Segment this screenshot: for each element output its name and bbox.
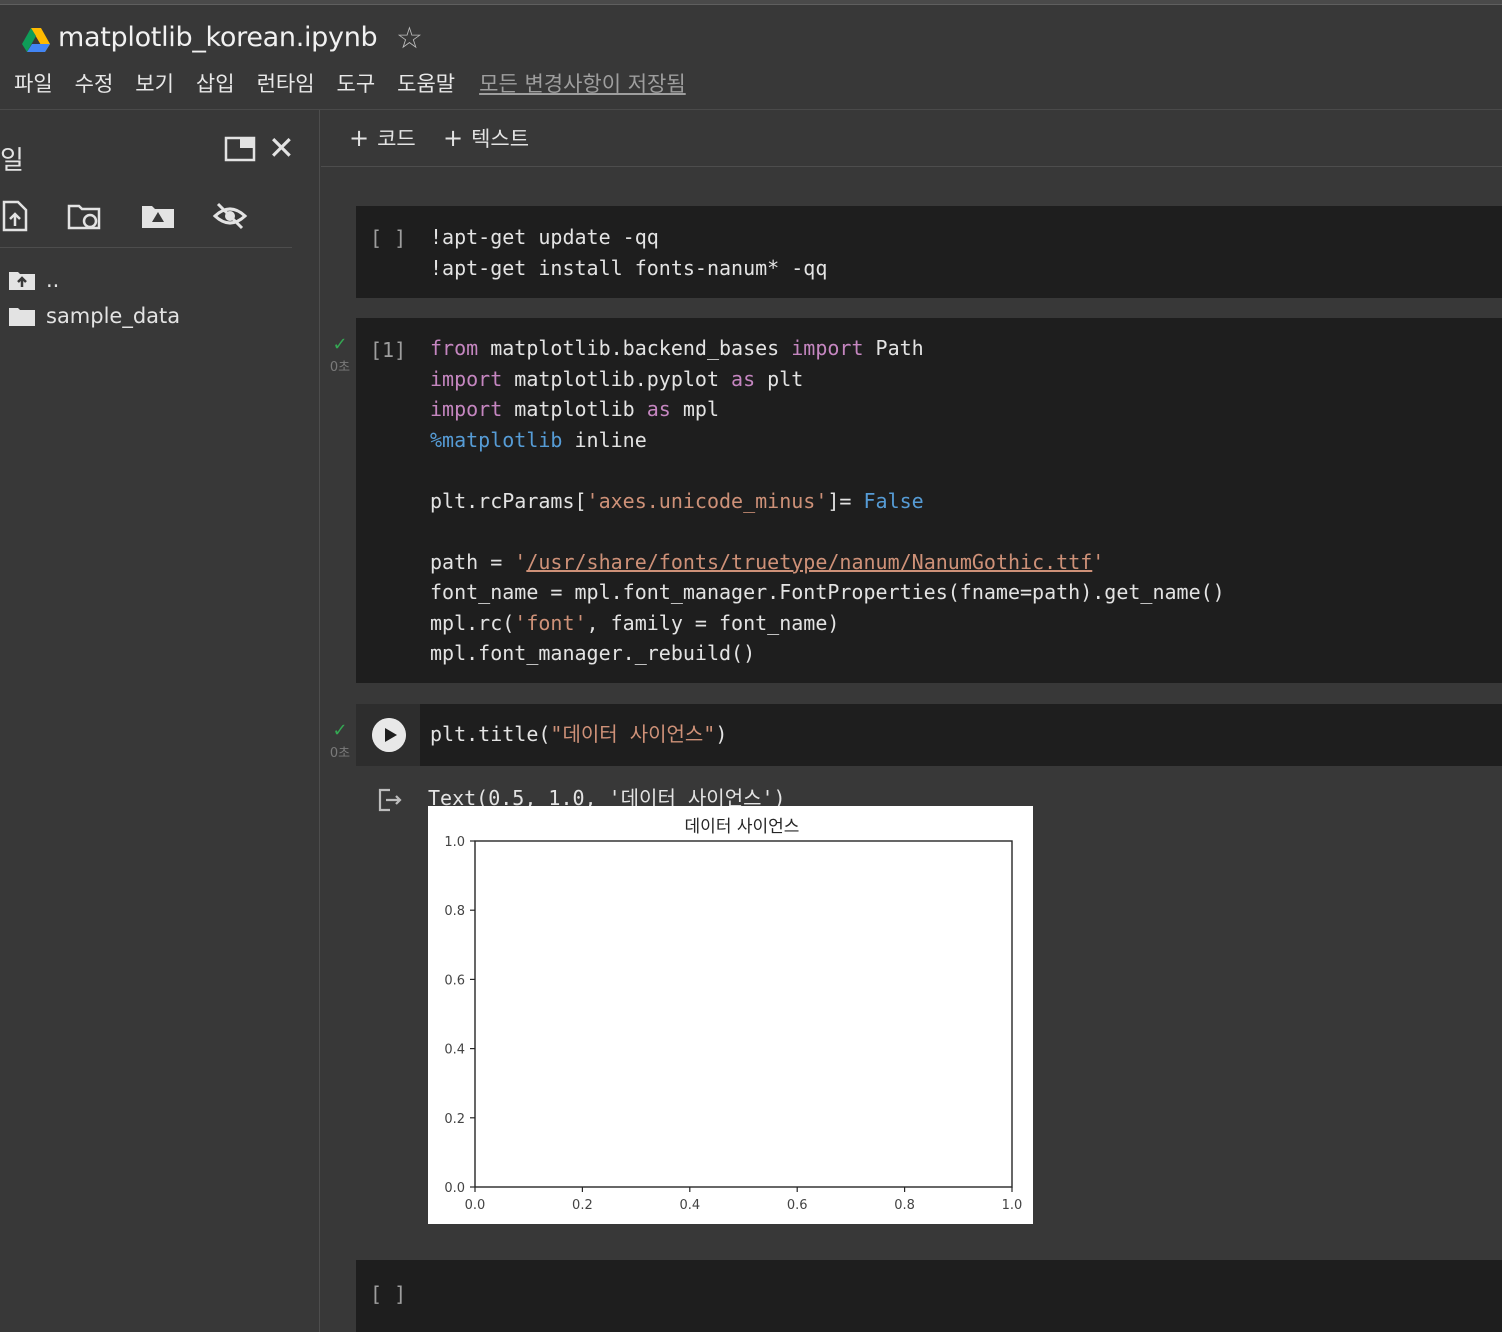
plot-background — [428, 806, 1033, 1224]
menu-insert[interactable]: 삽입 — [196, 68, 235, 98]
x-tick-label: 0.2 — [572, 1198, 593, 1213]
star-icon[interactable]: ☆ — [396, 21, 423, 56]
cell-prompt: [ ] — [370, 226, 407, 250]
menu-file[interactable]: 파일 — [14, 68, 53, 98]
notebook-header: matplotlib_korean.ipynb ☆ 파일 수정 보기 삽입 런타… — [0, 6, 1502, 110]
x-tick-label: 0.6 — [787, 1198, 808, 1213]
exec-time: 0초 — [329, 360, 351, 375]
notebook-title[interactable]: matplotlib_korean.ipynb — [58, 22, 378, 53]
code-cell-4[interactable]: [ ] — [356, 1260, 1502, 1332]
open-in-window-icon[interactable] — [224, 136, 256, 162]
exec-time: 0초 — [329, 746, 351, 761]
menu-help[interactable]: 도움말 — [397, 68, 455, 98]
exec-status: ✓ 0초 — [325, 334, 355, 376]
x-tick-label: 0.0 — [465, 1198, 486, 1213]
menu-edit[interactable]: 수정 — [75, 68, 114, 98]
upload-file-icon[interactable] — [0, 198, 36, 234]
menu-tools[interactable]: 도구 — [337, 68, 376, 98]
y-tick-label: 0.4 — [444, 1043, 465, 1058]
output-action-icon[interactable] — [376, 786, 404, 814]
drive-logo-icon — [22, 28, 50, 52]
title-arg: "데이터 사이언스" — [550, 722, 716, 746]
check-icon: ✓ — [332, 720, 348, 741]
mount-drive-icon[interactable] — [140, 198, 176, 234]
x-tick-label: 0.4 — [679, 1198, 700, 1213]
cell-prompt: [1] — [370, 338, 407, 362]
file-item-parent[interactable]: .. — [8, 268, 59, 292]
check-icon: ✓ — [332, 334, 348, 355]
file-item-sample-data[interactable]: sample_data — [8, 304, 180, 328]
add-text-button[interactable]: + 텍스트 — [443, 123, 529, 153]
notebook-toolbar: + 코드 + 텍스트 — [321, 110, 1502, 167]
file-item-label: sample_data — [46, 304, 181, 328]
y-tick-label: 0.0 — [444, 1181, 465, 1196]
run-cell-button[interactable] — [372, 718, 406, 752]
code-editor[interactable]: !apt-get update -qq !apt-get install font… — [430, 222, 827, 283]
x-tick-label: 1.0 — [1002, 1198, 1023, 1213]
hide-files-icon[interactable] — [212, 198, 248, 234]
chart-svg: 데이터 사이언스 0.0 0.2 0.4 0.6 0.8 1.0 0.0 0.2 0.4 0.6 0… — [428, 806, 1033, 1224]
y-tick-label: 0.8 — [444, 904, 465, 919]
saved-status-link[interactable]: 모든 변경사항이 저장됨 — [479, 68, 686, 98]
code-cell-2[interactable]: [1] from matplotlib.backend_bases import… — [356, 318, 1502, 683]
folder-icon — [9, 308, 35, 326]
code-editor[interactable]: from matplotlib.backend_bases import Pat… — [430, 333, 1225, 669]
close-icon[interactable]: ✕ — [268, 132, 295, 164]
exec-status: ✓ 0초 — [325, 720, 355, 762]
cell-output: Text(0.5, 1.0, '데이터 사이언스') 데이터 사이언스 0.0 0… — [356, 774, 1502, 1240]
code-cell-3[interactable]: plt.title("데이터 사이언스") — [356, 704, 1502, 766]
menu-view[interactable]: 보기 — [135, 68, 174, 98]
y-tick-label: 0.2 — [444, 1112, 465, 1127]
folder-up-icon — [9, 272, 35, 290]
cell-prompt: [ ] — [370, 1282, 407, 1306]
plot-output: 데이터 사이언스 0.0 0.2 0.4 0.6 0.8 1.0 0.0 0.2 0.4 0.6 0… — [428, 806, 1033, 1224]
notebook-main: + 코드 + 텍스트 [ ] !apt-get update -qq !apt-get… — [321, 110, 1502, 1332]
code-editor[interactable]: plt.title("데이터 사이언스") — [430, 719, 727, 750]
file-item-label: .. — [46, 268, 60, 292]
code-line: !apt-get install fonts-nanum* -qq — [430, 255, 828, 280]
menu-runtime[interactable]: 런타임 — [257, 68, 315, 98]
refresh-folder-icon[interactable] — [66, 198, 102, 234]
code-line: !apt-get update -qq — [430, 225, 659, 249]
y-tick-label: 0.6 — [444, 973, 465, 988]
files-sidebar: 일 ✕ .. sample_data — [0, 110, 320, 1332]
y-tick-label: 1.0 — [444, 835, 465, 850]
sidebar-title: 일 — [0, 146, 24, 176]
window-top-border — [0, 0, 1502, 5]
sidebar-toolbar — [0, 198, 292, 248]
add-code-button[interactable]: + 코드 — [349, 123, 416, 153]
chart-title: 데이터 사이언스 — [685, 817, 800, 837]
run-area — [356, 704, 420, 766]
code-cell-1[interactable]: [ ] !apt-get update -qq !apt-get install … — [356, 206, 1502, 298]
x-tick-label: 0.8 — [894, 1198, 915, 1213]
menu-bar: 파일 수정 보기 삽입 런타임 도구 도움말 모든 변경사항이 저장됨 — [14, 68, 686, 98]
